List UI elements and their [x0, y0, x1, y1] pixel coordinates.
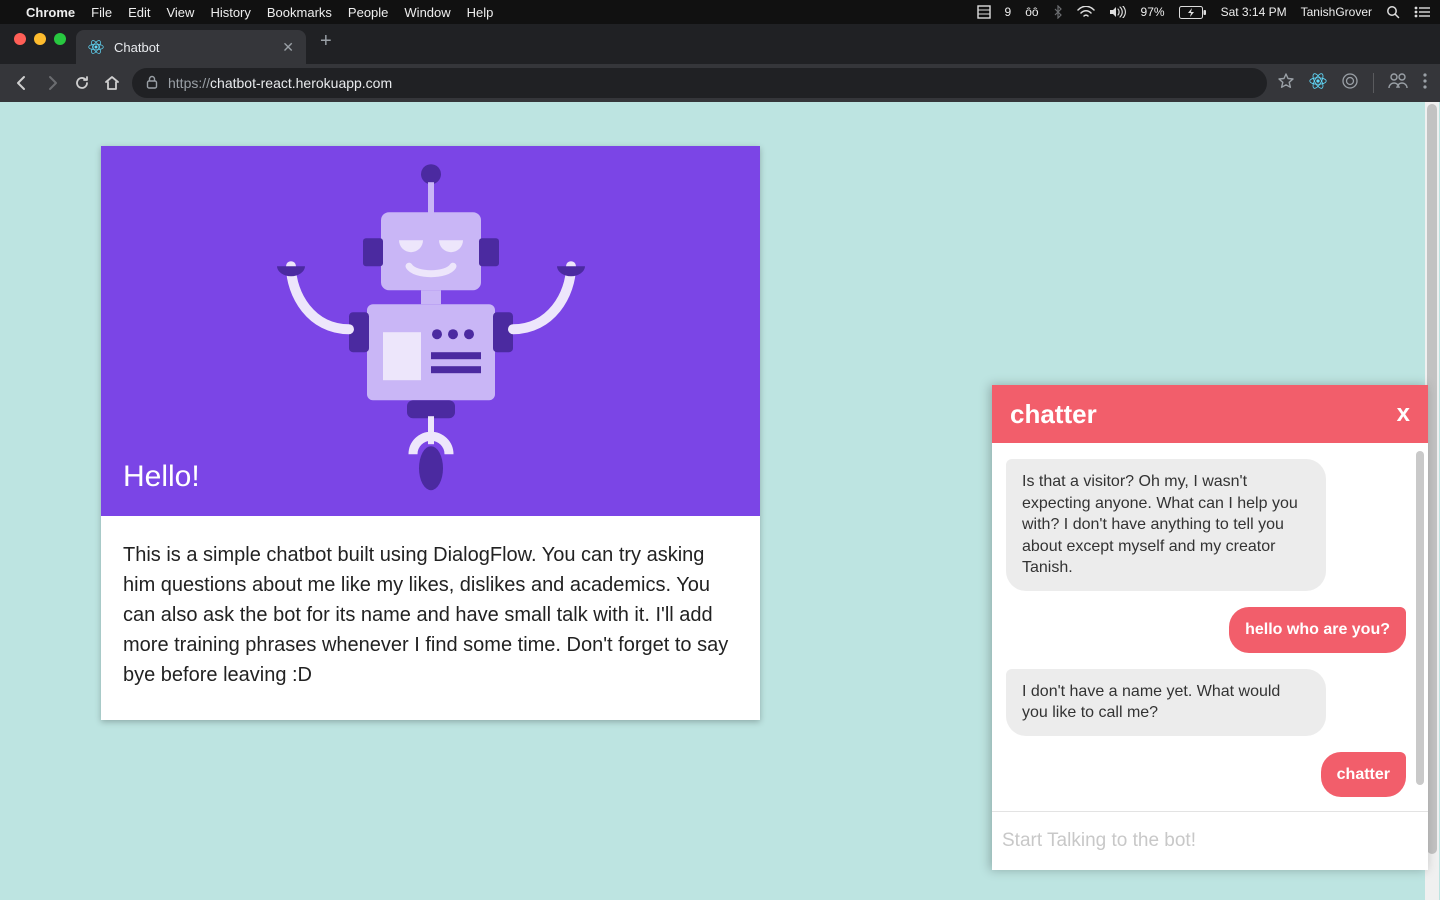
- menu-help[interactable]: Help: [467, 5, 494, 20]
- volume-icon[interactable]: [1109, 6, 1127, 18]
- browser-tab[interactable]: Chatbot ✕: [76, 30, 306, 64]
- chat-title: chatter: [1010, 399, 1097, 430]
- lock-icon: [146, 75, 158, 92]
- profile-icon[interactable]: [1388, 73, 1408, 94]
- chat-scroll-thumb[interactable]: [1416, 451, 1424, 785]
- card-body-text: This is a simple chatbot built using Dia…: [101, 516, 760, 720]
- chat-messages[interactable]: Is that a visitor? Oh my, I wasn't expec…: [992, 443, 1428, 811]
- browser-toolbar: https://chatbot-react.herokuapp.com: [0, 64, 1440, 102]
- menu-history[interactable]: History: [210, 5, 250, 20]
- user-name[interactable]: TanishGrover: [1301, 5, 1372, 19]
- chat-input-area: [992, 811, 1428, 870]
- menu-people[interactable]: People: [348, 5, 388, 20]
- hero-banner: Hello!: [101, 146, 760, 516]
- address-bar[interactable]: https://chatbot-react.herokuapp.com: [132, 68, 1267, 98]
- wifi-icon[interactable]: [1077, 6, 1095, 18]
- window-controls: [8, 33, 76, 55]
- minimize-window-button[interactable]: [34, 33, 46, 45]
- app-name[interactable]: Chrome: [26, 5, 75, 20]
- bookmark-star-icon[interactable]: [1277, 72, 1295, 95]
- home-button[interactable]: [102, 73, 122, 93]
- react-devtools-icon[interactable]: [1309, 72, 1327, 95]
- menu-view[interactable]: View: [166, 5, 194, 20]
- url-text: https://chatbot-react.herokuapp.com: [168, 75, 392, 91]
- chat-scrollbar[interactable]: [1416, 451, 1424, 803]
- browser-window: Chatbot ✕ + https://chatbot-react.heroku…: [0, 24, 1440, 102]
- bot-message: I don't have a name yet. What would you …: [1006, 669, 1326, 736]
- control-center-icon[interactable]: [1414, 6, 1430, 18]
- new-tab-button[interactable]: +: [306, 30, 346, 59]
- toolbar-right: [1277, 72, 1428, 95]
- clock[interactable]: Sat 3:14 PM: [1221, 5, 1287, 19]
- macos-menubar: Chrome File Edit View History Bookmarks …: [0, 0, 1440, 24]
- tab-strip: Chatbot ✕ +: [0, 24, 1440, 64]
- toolbar-separator: [1373, 73, 1374, 93]
- robot-illustration-icon: [271, 154, 591, 494]
- info-card: Hello! This is a simple chatbot built us…: [101, 146, 760, 720]
- status-badge-count[interactable]: 9: [1005, 5, 1012, 19]
- bluetooth-icon[interactable]: [1053, 5, 1063, 19]
- forward-button[interactable]: [42, 73, 62, 93]
- fullscreen-window-button[interactable]: [54, 33, 66, 45]
- menu-bookmarks[interactable]: Bookmarks: [267, 5, 332, 20]
- close-window-button[interactable]: [14, 33, 26, 45]
- status-app-icon[interactable]: [977, 5, 991, 19]
- chat-widget: chatter x Is that a visitor? Oh my, I wa…: [992, 385, 1428, 870]
- menu-window[interactable]: Window: [404, 5, 450, 20]
- tab-title: Chatbot: [114, 40, 272, 55]
- menu-file[interactable]: File: [91, 5, 112, 20]
- chat-close-button[interactable]: x: [1397, 400, 1410, 428]
- back-button[interactable]: [12, 73, 32, 93]
- bot-message: Is that a visitor? Oh my, I wasn't expec…: [1006, 459, 1326, 591]
- react-favicon-icon: [88, 39, 104, 55]
- menu-edit[interactable]: Edit: [128, 5, 150, 20]
- page-viewport: Hello! This is a simple chatbot built us…: [0, 102, 1440, 900]
- battery-icon[interactable]: [1179, 6, 1207, 19]
- battery-percent[interactable]: 97%: [1141, 5, 1165, 19]
- chat-header: chatter x: [992, 385, 1428, 443]
- status-glasses-icon[interactable]: ôô: [1025, 5, 1038, 19]
- reload-button[interactable]: [72, 73, 92, 93]
- page-scroll-thumb[interactable]: [1427, 104, 1437, 854]
- extension-circle-icon[interactable]: [1341, 72, 1359, 95]
- spotlight-icon[interactable]: [1386, 5, 1400, 19]
- user-message: hello who are you?: [1229, 607, 1406, 653]
- chat-text-input[interactable]: [992, 812, 1428, 870]
- tab-close-icon[interactable]: ✕: [282, 39, 294, 56]
- user-message: chatter: [1321, 752, 1406, 798]
- kebab-menu-icon[interactable]: [1422, 72, 1428, 95]
- hero-title: Hello!: [123, 460, 200, 494]
